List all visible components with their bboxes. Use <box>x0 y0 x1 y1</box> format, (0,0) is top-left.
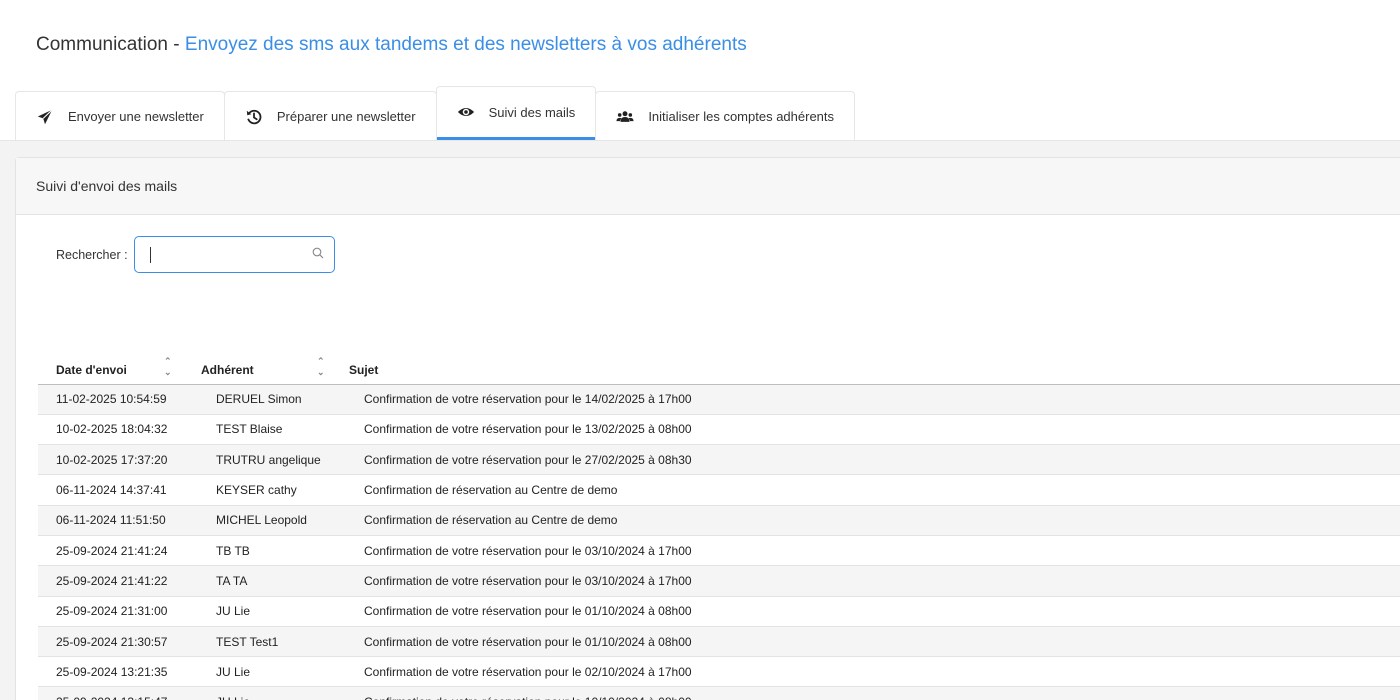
date-cell: 11-02-2025 10:54:59 <box>38 384 201 415</box>
search-group: Rechercher : <box>56 236 335 273</box>
subject-cell: Confirmation de votre réservation pour l… <box>349 384 1400 415</box>
column-header-label: Adhérent <box>201 362 254 377</box>
tab-preparer-newsletter[interactable]: Préparer une newsletter <box>223 91 437 141</box>
column-header-label: Sujet <box>349 362 379 377</box>
mails-table: Date d'envoi ⌃ ⌄ Adhérent ⌃ ⌄ Sujet 11-02-… <box>38 354 1400 700</box>
table-row[interactable]: 25-09-2024 13:21:35 JU Lie Confirmation de… <box>38 656 1400 688</box>
card-title: Suivi d'envoi des mails <box>36 178 178 194</box>
text-cursor <box>149 246 151 263</box>
date-cell: 10-02-2025 17:37:20 <box>38 444 201 476</box>
users-icon <box>616 108 634 126</box>
adherent-link[interactable]: JU Lie <box>201 686 349 700</box>
date-cell: 25-09-2024 13:15:47 <box>38 686 201 700</box>
table-row[interactable]: 10-02-2025 17:37:20 TRUTRU angelique Confi… <box>38 444 1400 476</box>
page-title-main: Communication <box>36 34 168 55</box>
subject-cell: Confirmation de votre réservation pour l… <box>349 535 1400 567</box>
eye-icon <box>457 103 475 121</box>
subject-cell: Confirmation de réservation au Centre de… <box>349 505 1400 536</box>
column-header-date[interactable]: Date d'envoi ⌃ ⌄ <box>38 354 201 385</box>
sort-icon[interactable]: ⌃ ⌄ <box>317 356 325 378</box>
search-label: Rechercher : <box>56 247 128 262</box>
subject-cell: Confirmation de votre réservation pour l… <box>349 565 1400 597</box>
content-area: Suivi d'envoi des mails Rechercher : Dat… <box>0 140 1400 700</box>
tab-label: Suivi des mails <box>488 104 576 120</box>
date-cell: 25-09-2024 21:30:57 <box>38 626 201 658</box>
subject-cell: Confirmation de votre réservation pour l… <box>349 596 1400 627</box>
sort-icon[interactable]: ⌃ ⌄ <box>164 356 172 378</box>
tab-label: Envoyer une newsletter <box>68 109 204 124</box>
subject-cell: Confirmation de réservation au Centre de… <box>349 474 1400 506</box>
tab-bar: Envoyer une newsletter Préparer une news… <box>15 86 856 141</box>
adherent-link[interactable]: TB TB <box>201 535 349 567</box>
adherent-link[interactable]: JU Lie <box>201 596 349 627</box>
adherent-link[interactable]: TEST Blaise <box>201 414 349 446</box>
date-cell: 25-09-2024 21:41:22 <box>38 565 201 597</box>
subject-cell: Confirmation de votre réservation pour l… <box>349 656 1400 688</box>
table-row[interactable]: 10-02-2025 18:04:32 TEST Blaise Confirmati… <box>38 414 1400 446</box>
column-header-adherent[interactable]: Adhérent ⌃ ⌄ <box>201 354 349 385</box>
search-input[interactable] <box>147 247 298 262</box>
page-title: Communication - Envoyez des sms aux tand… <box>36 34 747 56</box>
table-row[interactable]: 25-09-2024 21:30:57 TEST Test1 Confirmatio… <box>38 626 1400 658</box>
adherent-link[interactable]: TRUTRU angelique <box>201 444 349 476</box>
table-row[interactable]: 25-09-2024 21:41:24 TB TB Confirmation de … <box>38 535 1400 567</box>
subject-cell: Confirmation de votre réservation pour l… <box>349 686 1400 700</box>
adherent-link[interactable]: TA TA <box>201 565 349 597</box>
paper-plane-icon <box>36 108 54 126</box>
date-cell: 06-11-2024 11:51:50 <box>38 505 201 536</box>
date-cell: 25-09-2024 21:41:24 <box>38 535 201 567</box>
date-cell: 10-02-2025 18:04:32 <box>38 414 201 446</box>
table-body: 11-02-2025 10:54:59 DERUEL Simon Confirmat… <box>38 384 1400 700</box>
date-cell: 06-11-2024 14:37:41 <box>38 474 201 506</box>
table-row[interactable]: 11-02-2025 10:54:59 DERUEL Simon Confirmat… <box>38 384 1400 415</box>
adherent-link[interactable]: TEST Test1 <box>201 626 349 658</box>
table-row[interactable]: 25-09-2024 21:31:00 JU Lie Confirmation de… <box>38 596 1400 627</box>
table-header-row: Date d'envoi ⌃ ⌄ Adhérent ⌃ ⌄ Sujet <box>38 354 1400 385</box>
tab-suivi-mails[interactable]: Suivi des mails <box>435 86 597 140</box>
column-header-label: Date d'envoi <box>56 362 127 377</box>
tab-initialiser-comptes[interactable]: Initialiser les comptes adhérents <box>595 91 856 141</box>
search-icon <box>312 246 324 264</box>
history-icon <box>245 108 263 126</box>
adherent-link[interactable]: MICHEL Leopold <box>201 505 349 536</box>
search-box[interactable] <box>133 236 335 273</box>
tab-label: Préparer une newsletter <box>276 109 416 124</box>
subject-cell: Confirmation de votre réservation pour l… <box>349 626 1400 658</box>
tab-label: Initialiser les comptes adhérents <box>648 109 835 124</box>
page-title-separator: - <box>168 34 185 55</box>
subject-cell: Confirmation de votre réservation pour l… <box>349 444 1400 476</box>
table-row[interactable]: 06-11-2024 14:37:41 KEYSER cathy Confirmat… <box>38 474 1400 506</box>
table-row[interactable]: 06-11-2024 11:51:50 MICHEL Leopold Confirm… <box>38 505 1400 536</box>
tab-envoyer-newsletter[interactable]: Envoyer une newsletter <box>15 91 225 141</box>
table-row[interactable]: 25-09-2024 21:41:22 TA TA Confirmation de … <box>38 565 1400 597</box>
column-header-sujet: Sujet <box>349 354 1400 385</box>
card-header: Suivi d'envoi des mails <box>16 158 1400 215</box>
mail-tracking-card: Suivi d'envoi des mails Rechercher : Dat… <box>15 157 1400 700</box>
adherent-link[interactable]: KEYSER cathy <box>201 474 349 506</box>
adherent-link[interactable]: DERUEL Simon <box>201 384 349 415</box>
date-cell: 25-09-2024 13:21:35 <box>38 656 201 688</box>
table-row[interactable]: 25-09-2024 13:15:47JU LieConfirmation de… <box>38 686 1400 700</box>
subject-cell: Confirmation de votre réservation pour l… <box>349 414 1400 446</box>
adherent-link[interactable]: JU Lie <box>201 656 349 688</box>
page-subtitle: Envoyez des sms aux tandems et des newsl… <box>184 34 747 55</box>
date-cell: 25-09-2024 21:31:00 <box>38 596 201 627</box>
